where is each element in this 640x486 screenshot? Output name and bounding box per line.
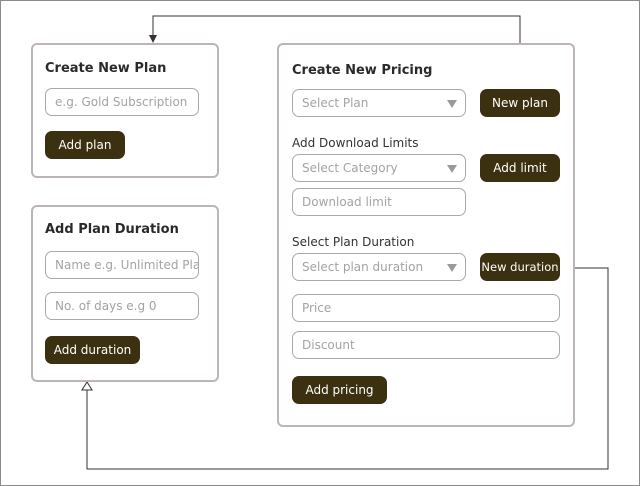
arrowhead-create-plan	[149, 35, 157, 43]
add-plan-button[interactable]: Add plan	[45, 131, 125, 159]
plan-duration-card: Add Plan Duration Name e.g. Unlimited Pl…	[31, 205, 219, 382]
download-limit-input[interactable]: Download limit	[292, 188, 466, 216]
select-plan-placeholder: Select Plan	[302, 96, 369, 110]
select-duration-dropdown[interactable]: Select plan duration	[292, 253, 466, 281]
select-category-dropdown[interactable]: Select Category	[292, 154, 466, 182]
discount-input[interactable]: Discount	[292, 331, 560, 359]
new-duration-button[interactable]: New duration	[480, 253, 560, 281]
create-pricing-title: Create New Pricing	[292, 63, 433, 78]
new-plan-button[interactable]: New plan	[480, 89, 560, 117]
download-limits-label: Add Download Limits	[292, 136, 419, 150]
chevron-down-icon	[447, 165, 457, 173]
duration-days-input[interactable]: No. of days e.g 0	[45, 292, 199, 320]
add-duration-button[interactable]: Add duration	[45, 336, 140, 364]
duration-name-input[interactable]: Name e.g. Unlimited Plan	[45, 251, 199, 279]
create-plan-title: Create New Plan	[45, 61, 167, 76]
create-pricing-card: Create New Pricing Select Plan New plan …	[277, 43, 575, 427]
arrowhead-plan-duration	[81, 381, 93, 391]
create-plan-card: Create New Plan e.g. Gold Subscription A…	[31, 43, 219, 178]
price-input[interactable]: Price	[292, 294, 560, 322]
add-pricing-button[interactable]: Add pricing	[292, 376, 387, 404]
add-limit-button[interactable]: Add limit	[480, 154, 560, 182]
plan-duration-select-label: Select Plan Duration	[292, 235, 415, 249]
select-category-placeholder: Select Category	[302, 161, 398, 175]
chevron-down-icon	[447, 264, 457, 272]
plan-name-input[interactable]: e.g. Gold Subscription	[45, 88, 199, 116]
select-duration-placeholder: Select plan duration	[302, 260, 424, 274]
plan-duration-title: Add Plan Duration	[45, 222, 179, 237]
chevron-down-icon	[447, 100, 457, 108]
select-plan-dropdown[interactable]: Select Plan	[292, 89, 466, 117]
